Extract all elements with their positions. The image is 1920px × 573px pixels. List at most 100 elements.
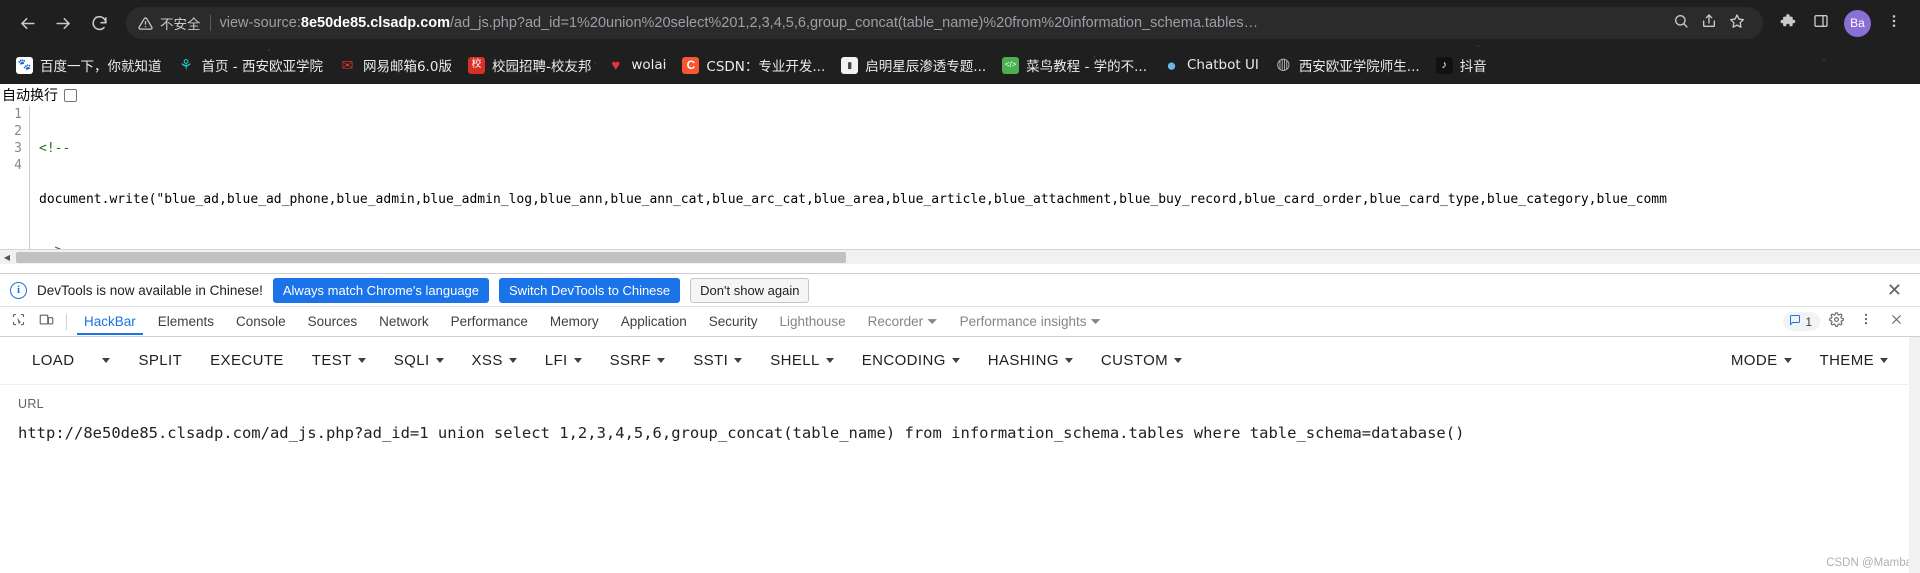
source-code-lines[interactable]: <!-- document.write("blue_ad,blue_ad_pho… — [30, 106, 1920, 249]
watermark: CSDN @Mamba — [1826, 557, 1912, 569]
tab-hackbar[interactable]: HackBar — [73, 309, 147, 335]
bookmark-item[interactable]: 🐾 百度一下，你就知道 — [8, 51, 170, 79]
hackbar-panel: LOAD SPLIT EXECUTE TEST SQLI XSS LFI SSR… — [0, 337, 1920, 573]
devtools-more-button[interactable] — [1852, 309, 1880, 335]
tab-performance-insights[interactable]: Performance insights ⏷ — [949, 309, 1112, 335]
side-panel-button[interactable] — [1805, 6, 1837, 40]
always-match-language-button[interactable]: Always match Chrome's language — [272, 277, 490, 303]
banner-close-button[interactable]: ✕ — [1879, 281, 1910, 299]
hackbar-execute-button[interactable]: EXECUTE — [196, 346, 298, 375]
forward-button[interactable] — [46, 6, 80, 40]
hackbar-xss-menu[interactable]: XSS — [458, 346, 531, 375]
extensions-button[interactable] — [1771, 6, 1803, 40]
devtools-close-button[interactable] — [1882, 309, 1910, 335]
hackbar-menu-label: SQLI — [393, 352, 430, 369]
hackbar-load-button[interactable]: LOAD — [18, 346, 88, 375]
line-wrap-control[interactable]: 自动换行 — [0, 84, 1920, 106]
tab-network[interactable]: Network — [368, 309, 440, 334]
device-toolbar-icon — [39, 312, 54, 332]
hackbar-mode-menu[interactable]: MODE — [1717, 346, 1806, 375]
zoom-indicator-button[interactable] — [1667, 9, 1695, 37]
xiaoyoubang-icon: 校 — [467, 56, 485, 74]
hackbar-custom-menu[interactable]: CUSTOM — [1087, 346, 1196, 375]
message-count-badge[interactable]: 1 — [1783, 312, 1820, 331]
bookmark-button[interactable] — [1723, 9, 1751, 37]
avatar[interactable]: Ba — [1844, 9, 1871, 37]
bookmark-item[interactable]: ◍ 西安欧亚学院师生... — [1267, 51, 1428, 79]
address-bar[interactable]: 不安全 view-source:8e50de85.clsadp.com/ad_j… — [126, 7, 1763, 39]
tab-sources[interactable]: Sources — [297, 309, 369, 334]
tab-performance[interactable]: Performance — [440, 309, 539, 334]
tab-security[interactable]: Security — [698, 309, 769, 334]
line-wrap-checkbox[interactable] — [64, 88, 77, 102]
chevron-down-icon — [508, 358, 517, 363]
hackbar-hashing-menu[interactable]: HASHING — [974, 346, 1087, 375]
chevron-down-icon — [573, 358, 582, 363]
bookmark-label: 西安欧亚学院师生... — [1298, 59, 1420, 75]
hackbar-theme-menu[interactable]: THEME — [1806, 346, 1903, 375]
hackbar-sqli-menu[interactable]: SQLI — [380, 346, 458, 375]
horizontal-scrollbar[interactable]: ◀ — [0, 249, 1920, 264]
hackbar-menu-label: ENCODING — [861, 352, 946, 369]
bookmark-item[interactable]: </> 菜鸟教程 - 学的不... — [994, 51, 1155, 79]
devtools-vertical-scrollbar[interactable] — [1909, 337, 1920, 573]
hackbar-shell-menu[interactable]: SHELL — [756, 346, 848, 375]
hackbar-encoding-menu[interactable]: ENCODING — [848, 346, 974, 375]
bookmark-item[interactable]: ✉ 网易邮箱6.0版 — [331, 51, 460, 79]
bookmark-item[interactable]: ⚘ 首页 - 西安欧亚学院 — [170, 51, 331, 79]
bookmarks-bar: 🐾 百度一下，你就知道 ⚘ 首页 - 西安欧亚学院 ✉ 网易邮箱6.0版 校校园招聘-… — [0, 46, 1920, 84]
tab-application[interactable]: Application — [610, 309, 698, 334]
tab-console[interactable]: Console — [225, 309, 297, 334]
bookmark-item[interactable]: ▮ 启明星辰渗透专题... — [833, 51, 994, 79]
url-input[interactable]: http://8e50de85.clsadp.com/ad_js.php?ad_… — [18, 421, 1902, 445]
hackbar-menu-bar: LOAD SPLIT EXECUTE TEST SQLI XSS LFI SSR… — [0, 337, 1920, 385]
tab-elements[interactable]: Elements — [147, 309, 225, 334]
back-button[interactable] — [10, 6, 44, 40]
reload-button[interactable] — [82, 6, 116, 40]
chevron-down-icon — [1880, 358, 1888, 363]
heart-icon: ♥ — [611, 56, 621, 74]
share-button[interactable] — [1695, 9, 1723, 37]
bookmark-label: 首页 - 西安欧亚学院 — [201, 59, 323, 75]
bookmark-item[interactable]: ♥ wolai — [599, 53, 674, 78]
tab-memory[interactable]: Memory — [539, 309, 610, 334]
douyin-icon: ♪ — [1435, 56, 1453, 74]
scrollbar-thumb[interactable] — [16, 252, 846, 263]
device-toolbar-button[interactable] — [32, 309, 60, 335]
bookmark-label: CSDN：专业开发... — [706, 59, 826, 75]
browser-toolbar: 不安全 view-source:8e50de85.clsadp.com/ad_j… — [0, 0, 1920, 46]
chrome-menu-button[interactable] — [1878, 6, 1910, 40]
chevron-down-icon — [1064, 358, 1073, 363]
info-circle-icon: i — [10, 281, 27, 299]
switch-devtools-to-chinese-button[interactable]: Switch DevTools to Chinese — [499, 277, 681, 303]
security-status-label: 不安全 — [160, 17, 201, 33]
hackbar-ssrf-menu[interactable]: SSRF — [596, 346, 680, 375]
hackbar-ssti-menu[interactable]: SSTI — [679, 346, 756, 375]
banner-message: DevTools is now available in Chinese! — [37, 282, 263, 298]
close-x-icon: ✕ — [1886, 280, 1902, 300]
three-dot-menu-icon — [1886, 13, 1902, 34]
bookmark-item[interactable]: C CSDN：专业开发... — [674, 51, 833, 79]
hackbar-test-menu[interactable]: TEST — [298, 346, 380, 375]
tab-lighthouse[interactable]: Lighthouse — [769, 309, 857, 334]
bookmark-item[interactable]: ♪ 抖音 — [1428, 51, 1495, 79]
netease-mail-icon: ✉ — [341, 57, 354, 73]
scroll-left-arrow-icon[interactable]: ◀ — [0, 250, 14, 265]
url-path: /ad_js.php?ad_id=1%20union%20select%201,… — [450, 15, 1259, 31]
hackbar-load-dropdown[interactable] — [88, 352, 124, 369]
hackbar-lfi-menu[interactable]: LFI — [531, 346, 596, 375]
line-number: 4 — [14, 158, 22, 173]
hackbar-split-button[interactable]: SPLIT — [124, 346, 196, 375]
bookmark-item[interactable]: ● Chatbot UI — [1155, 53, 1267, 78]
line-number: 3 — [14, 141, 22, 156]
tab-recorder[interactable]: Recorder ⏷ — [857, 309, 949, 335]
tab-separator — [66, 313, 67, 330]
bookmark-item[interactable]: 校校园招聘-校友邦 — [460, 51, 599, 79]
hackbar-menu-label: SSRF — [609, 352, 652, 369]
inspect-element-button[interactable] — [4, 309, 32, 335]
dont-show-again-button[interactable]: Don't show again — [690, 277, 810, 303]
devtools-settings-button[interactable] — [1822, 309, 1850, 335]
line-number: 1 — [14, 107, 22, 122]
chevron-down-icon — [951, 358, 960, 363]
bookmark-label: wolai — [631, 57, 667, 73]
